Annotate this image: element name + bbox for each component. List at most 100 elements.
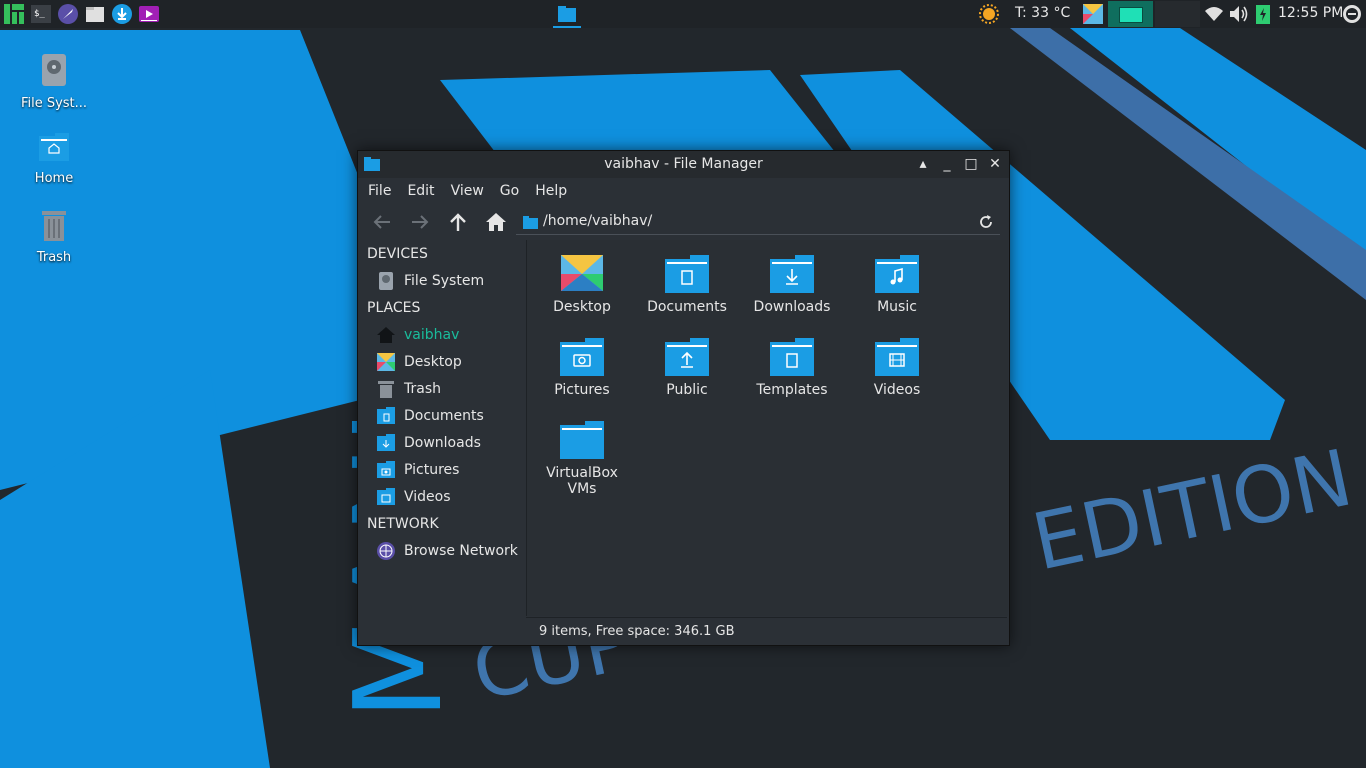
- menu-file[interactable]: File: [360, 183, 399, 199]
- file-item-label: Music: [877, 299, 917, 315]
- volume-icon[interactable]: [1227, 3, 1249, 25]
- sidebar-item-downloads[interactable]: Downloads: [376, 432, 522, 454]
- desktop-icon-home[interactable]: Home: [14, 131, 94, 186]
- up-arrow-icon[interactable]: [446, 210, 470, 234]
- sidebar-heading-network: NETWORK: [367, 516, 439, 532]
- folder-icon: [558, 6, 576, 22]
- sidebar-item-label: Pictures: [404, 462, 460, 478]
- sidebar-item-pictures[interactable]: Pictures: [376, 459, 522, 481]
- desktop-icon-label: Home: [34, 171, 74, 186]
- file-item-label: Videos: [873, 382, 921, 398]
- sidebar-item-videos[interactable]: Videos: [376, 486, 522, 508]
- sidebar-item-browse-network[interactable]: Browse Network: [376, 540, 522, 562]
- desktop-icon: [377, 353, 395, 371]
- desktop-icon-label: Trash: [36, 250, 72, 265]
- location-path[interactable]: /home/vaibhav/: [543, 213, 652, 229]
- sidebar-item-documents[interactable]: Documents: [376, 405, 522, 427]
- minimize-button[interactable]: _: [939, 156, 955, 172]
- file-item-label: Templates: [756, 382, 828, 398]
- home-icon: [377, 327, 395, 343]
- status-text: 9 items, Free space: 346.1 GB: [539, 624, 735, 639]
- home-icon[interactable]: [484, 210, 508, 234]
- sidebar-item-label: vaibhav: [404, 327, 460, 343]
- drive-icon: [379, 272, 393, 290]
- file-item-downloads[interactable]: Downloads: [742, 254, 842, 315]
- forward-arrow-icon[interactable]: [408, 210, 432, 234]
- documents-folder-icon: [377, 407, 395, 424]
- files-icon[interactable]: [84, 3, 106, 25]
- file-item-label: Downloads: [753, 299, 831, 315]
- file-view: Desktop Documents Downloads Music Pictur…: [526, 240, 1008, 616]
- desktop-preview-icon[interactable]: [1082, 3, 1104, 25]
- taskbar-file-manager[interactable]: [553, 2, 581, 28]
- wifi-icon[interactable]: [1203, 3, 1225, 25]
- drive-icon: [42, 54, 66, 86]
- sidebar-item-label: Videos: [404, 489, 451, 505]
- network-icon: [377, 542, 395, 560]
- back-arrow-icon[interactable]: [370, 210, 394, 234]
- file-item-music[interactable]: Music: [847, 254, 947, 315]
- file-manager-window: vaibhav - File Manager ▴ _ □ ✕ File Edit…: [357, 150, 1010, 646]
- sidebar-item-label: Trash: [404, 381, 441, 397]
- menu-edit[interactable]: Edit: [399, 183, 442, 199]
- title-bar[interactable]: vaibhav - File Manager ▴ _ □ ✕: [358, 151, 1009, 178]
- file-item-videos[interactable]: Videos: [847, 337, 947, 398]
- file-item-documents[interactable]: Documents: [637, 254, 737, 315]
- clock[interactable]: 12:55 PM: [1278, 5, 1343, 21]
- workspace-2[interactable]: [1155, 1, 1200, 27]
- sidebar-item-trash[interactable]: Trash: [376, 378, 522, 400]
- desktop-icon-file-system[interactable]: File Syst...: [14, 52, 94, 111]
- file-item-desktop[interactable]: Desktop: [532, 254, 632, 315]
- file-item-public[interactable]: Public: [637, 337, 737, 398]
- sidebar-item-file-system[interactable]: File System: [376, 270, 522, 292]
- menu-bar: File Edit View Go Help: [358, 178, 1009, 204]
- file-item-templates[interactable]: Templates: [742, 337, 842, 398]
- file-item-label: Documents: [647, 299, 727, 315]
- file-item-pictures[interactable]: Pictures: [532, 337, 632, 398]
- refresh-icon[interactable]: [978, 214, 994, 230]
- maximize-button[interactable]: □: [963, 156, 979, 172]
- sidebar-item-vaibhav[interactable]: vaibhav: [376, 324, 522, 346]
- power-icon[interactable]: [1341, 3, 1363, 25]
- file-item-label: Desktop: [553, 299, 611, 315]
- menu-go[interactable]: Go: [492, 183, 527, 199]
- documents-folder-icon: [665, 255, 709, 293]
- file-item-label: Public: [666, 382, 708, 398]
- pictures-folder-icon: [560, 338, 604, 376]
- workspace-1[interactable]: [1108, 1, 1153, 27]
- public-folder-icon: [665, 338, 709, 376]
- browser-icon[interactable]: [57, 3, 79, 25]
- sidebar-item-label: Documents: [404, 408, 484, 424]
- menu-help[interactable]: Help: [527, 183, 575, 199]
- file-item-virtualbox-vms[interactable]: VirtualBox VMs: [532, 420, 632, 497]
- location-bar[interactable]: /home/vaibhav/: [516, 210, 1000, 235]
- music-folder-icon: [875, 255, 919, 293]
- folder-icon: [560, 421, 604, 459]
- sidebar-item-desktop[interactable]: Desktop: [376, 351, 522, 373]
- manjaro-menu-icon[interactable]: [3, 3, 25, 25]
- menu-view[interactable]: View: [443, 183, 492, 199]
- status-bar: 9 items, Free space: 346.1 GB: [526, 617, 1007, 645]
- sidebar-item-label: Downloads: [404, 435, 481, 451]
- desktop-icon-trash[interactable]: Trash: [14, 208, 94, 265]
- terminal-icon[interactable]: $_: [30, 3, 52, 25]
- sidebar-item-label: Browse Network: [404, 543, 518, 559]
- folder-icon: [523, 216, 538, 229]
- downloads-folder-icon: [770, 255, 814, 293]
- download-icon[interactable]: [111, 3, 133, 25]
- home-folder-icon: [39, 133, 69, 161]
- shade-button[interactable]: ▴: [915, 156, 931, 172]
- weather-sun-icon[interactable]: [978, 3, 1000, 25]
- sidebar: DEVICES File System PLACES vaibhav Deskt…: [358, 240, 524, 644]
- sidebar-heading-places: PLACES: [367, 300, 421, 316]
- battery-charging-icon[interactable]: [1252, 3, 1274, 25]
- media-icon[interactable]: [138, 3, 160, 25]
- videos-folder-icon: [875, 338, 919, 376]
- trash-icon: [42, 211, 66, 241]
- close-button[interactable]: ✕: [987, 156, 1003, 172]
- sidebar-item-label: Desktop: [404, 354, 462, 370]
- desktop-folder-icon: [561, 255, 603, 291]
- temperature-label[interactable]: T: 33 °C: [1015, 5, 1070, 21]
- templates-folder-icon: [770, 338, 814, 376]
- trash-icon: [378, 381, 394, 398]
